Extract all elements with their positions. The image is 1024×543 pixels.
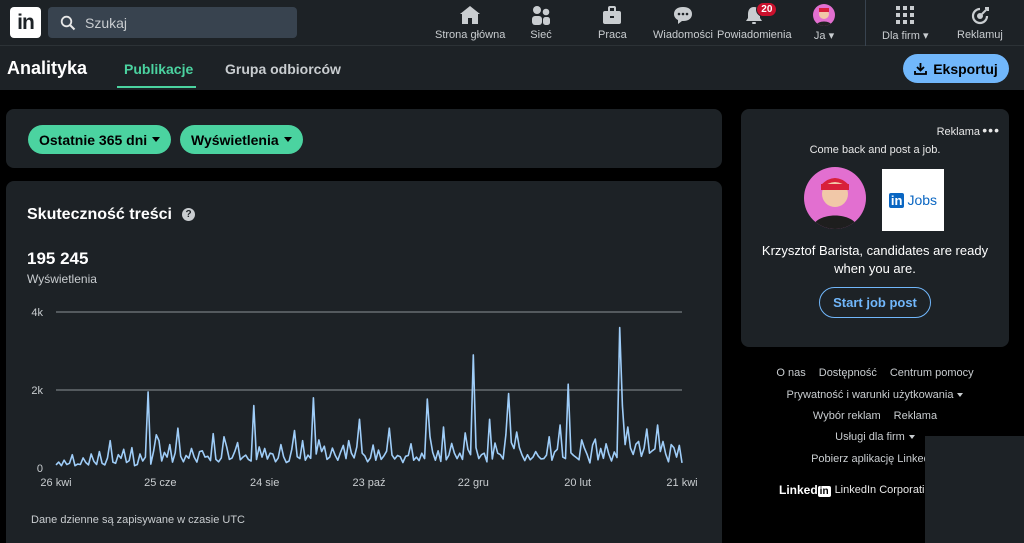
linkedin-logo[interactable]: in — [10, 7, 41, 38]
page-title: Analityka — [7, 58, 88, 78]
message-icon — [671, 4, 695, 26]
tab-audience[interactable]: Grupa odbiorców — [225, 61, 341, 77]
nav-home[interactable]: Strona główna — [435, 4, 505, 44]
search-input[interactable] — [85, 14, 285, 31]
footer-link-about[interactable]: O nas — [776, 367, 805, 379]
metric-filter[interactable]: Wyświetlenia — [180, 125, 303, 154]
analytics-header: Analityka Publikacje Grupa odbiorców Eks… — [0, 46, 1024, 90]
ad-label: Reklama — [936, 126, 980, 138]
x-tick-label: 26 kwi — [40, 477, 71, 489]
more-options-icon[interactable]: ••• — [982, 122, 1000, 138]
footer-link-ad-choices[interactable]: Wybór reklam — [813, 410, 881, 422]
ad-tagline: Come back and post a job. — [809, 144, 941, 156]
period-filter-label: Ostatnie 365 dni — [39, 131, 148, 148]
nav-me[interactable]: Ja ▾ — [812, 4, 836, 44]
y-tick-label: 2k — [31, 385, 43, 397]
nav-me-label: Ja ▾ — [813, 30, 835, 42]
nav-jobs-label: Praca — [598, 29, 627, 41]
network-icon — [529, 4, 553, 26]
filter-bar: Ostatnie 365 dni Wyświetlenia — [6, 109, 722, 168]
period-filter[interactable]: Ostatnie 365 dni — [28, 125, 172, 154]
top-navigation: in Strona główna Sieć Praca Wiadomości 2… — [0, 0, 1024, 46]
search-box[interactable] — [48, 7, 297, 38]
nav-advertise-label: Reklamuj — [957, 29, 1003, 41]
footer-link-help[interactable]: Centrum pomocy — [890, 367, 974, 379]
x-tick-label: 20 lut — [564, 477, 591, 489]
metric-filter-label: Wyświetlenia — [191, 131, 279, 148]
home-icon — [458, 4, 482, 26]
utc-note: Dane dzienne są zapisywane w czasie UTC — [31, 514, 245, 526]
notification-badge: 20 — [756, 2, 778, 17]
chevron-down-icon — [908, 435, 915, 440]
grid-icon — [893, 4, 917, 26]
chevron-down-icon — [283, 137, 292, 142]
footer-link-business[interactable]: Usługi dla firm — [835, 431, 915, 443]
x-tick-label: 23 paź — [352, 477, 385, 489]
nav-divider — [865, 0, 866, 46]
chevron-down-icon — [957, 393, 964, 398]
footer-link-get-app[interactable]: Pobierz aplikację LinkedIn — [811, 453, 939, 465]
export-button[interactable]: Eksportuj — [903, 54, 1009, 83]
avatar — [813, 4, 835, 26]
x-tick-label: 21 kwi — [666, 477, 697, 489]
nav-home-label: Strona główna — [435, 29, 506, 41]
start-job-post-button[interactable]: Start job post — [819, 287, 931, 318]
download-icon — [914, 63, 928, 75]
chevron-down-icon — [152, 137, 161, 142]
x-tick-label: 22 gru — [458, 477, 489, 489]
nav-notifications-label: Powiadomienia — [717, 29, 792, 41]
linkedin-wordmark: Linked in — [779, 483, 831, 497]
y-tick-label: 0 — [37, 463, 43, 475]
footer-row-2: Prywatność i warunki użytkowania — [741, 389, 1009, 401]
export-label: Eksportuj — [933, 60, 998, 77]
footer-row-1: O nas Dostępność Centrum pomocy — [741, 367, 1009, 379]
tab-posts[interactable]: Publikacje — [124, 61, 193, 77]
briefcase-icon — [600, 4, 624, 26]
footer-link-privacy[interactable]: Prywatność i warunki użytkowania — [787, 389, 964, 401]
x-tick-label: 24 sie — [250, 477, 279, 489]
nav-jobs[interactable]: Praca — [598, 4, 627, 44]
footer-row-3: Wybór reklam Reklama — [741, 410, 1009, 422]
impressions-chart[interactable]: 4k 2k 0 26 kwi 25 cze 24 sie 23 paź 22 gru 20 lu… — [6, 181, 722, 501]
nav-for-business-label: Dla firm ▾ — [882, 30, 929, 42]
bell-icon: 20 — [742, 2, 778, 26]
footer-brand: Linked in LinkedIn Corporation — [779, 483, 937, 497]
ad-profile-photo — [804, 167, 866, 229]
impressions-series-line — [55, 326, 683, 467]
ad-card: Reklama ••• Come back and post a job. in… — [741, 109, 1009, 347]
linkedin-jobs-logo: in Jobs — [882, 169, 944, 231]
footer-link-advertising[interactable]: Reklama — [894, 410, 937, 422]
nav-messaging-label: Wiadomości — [653, 29, 713, 41]
nav-network-label: Sieć — [530, 29, 552, 41]
search-icon — [60, 15, 76, 30]
nav-network[interactable]: Sieć — [529, 4, 553, 44]
ad-icon — [968, 4, 992, 26]
footer-link-accessibility[interactable]: Dostępność — [819, 367, 877, 379]
overlay-panel — [925, 436, 1024, 543]
content-performance-card: Skuteczność treści ? 195 245 Wyświetleni… — [6, 181, 722, 543]
nav-messaging[interactable]: Wiadomości — [653, 4, 713, 44]
ad-message: Krzysztof Barista, candidates are ready … — [761, 243, 989, 276]
copyright-text: LinkedIn Corporation — [834, 484, 937, 496]
nav-for-business[interactable]: Dla firm ▾ — [882, 4, 928, 44]
tab-active-indicator — [117, 86, 196, 88]
nav-advertise[interactable]: Reklamuj — [957, 4, 1003, 44]
y-tick-label: 4k — [31, 307, 43, 319]
nav-notifications[interactable]: 20 Powiadomienia — [717, 2, 792, 44]
x-tick-label: 25 cze — [144, 477, 176, 489]
